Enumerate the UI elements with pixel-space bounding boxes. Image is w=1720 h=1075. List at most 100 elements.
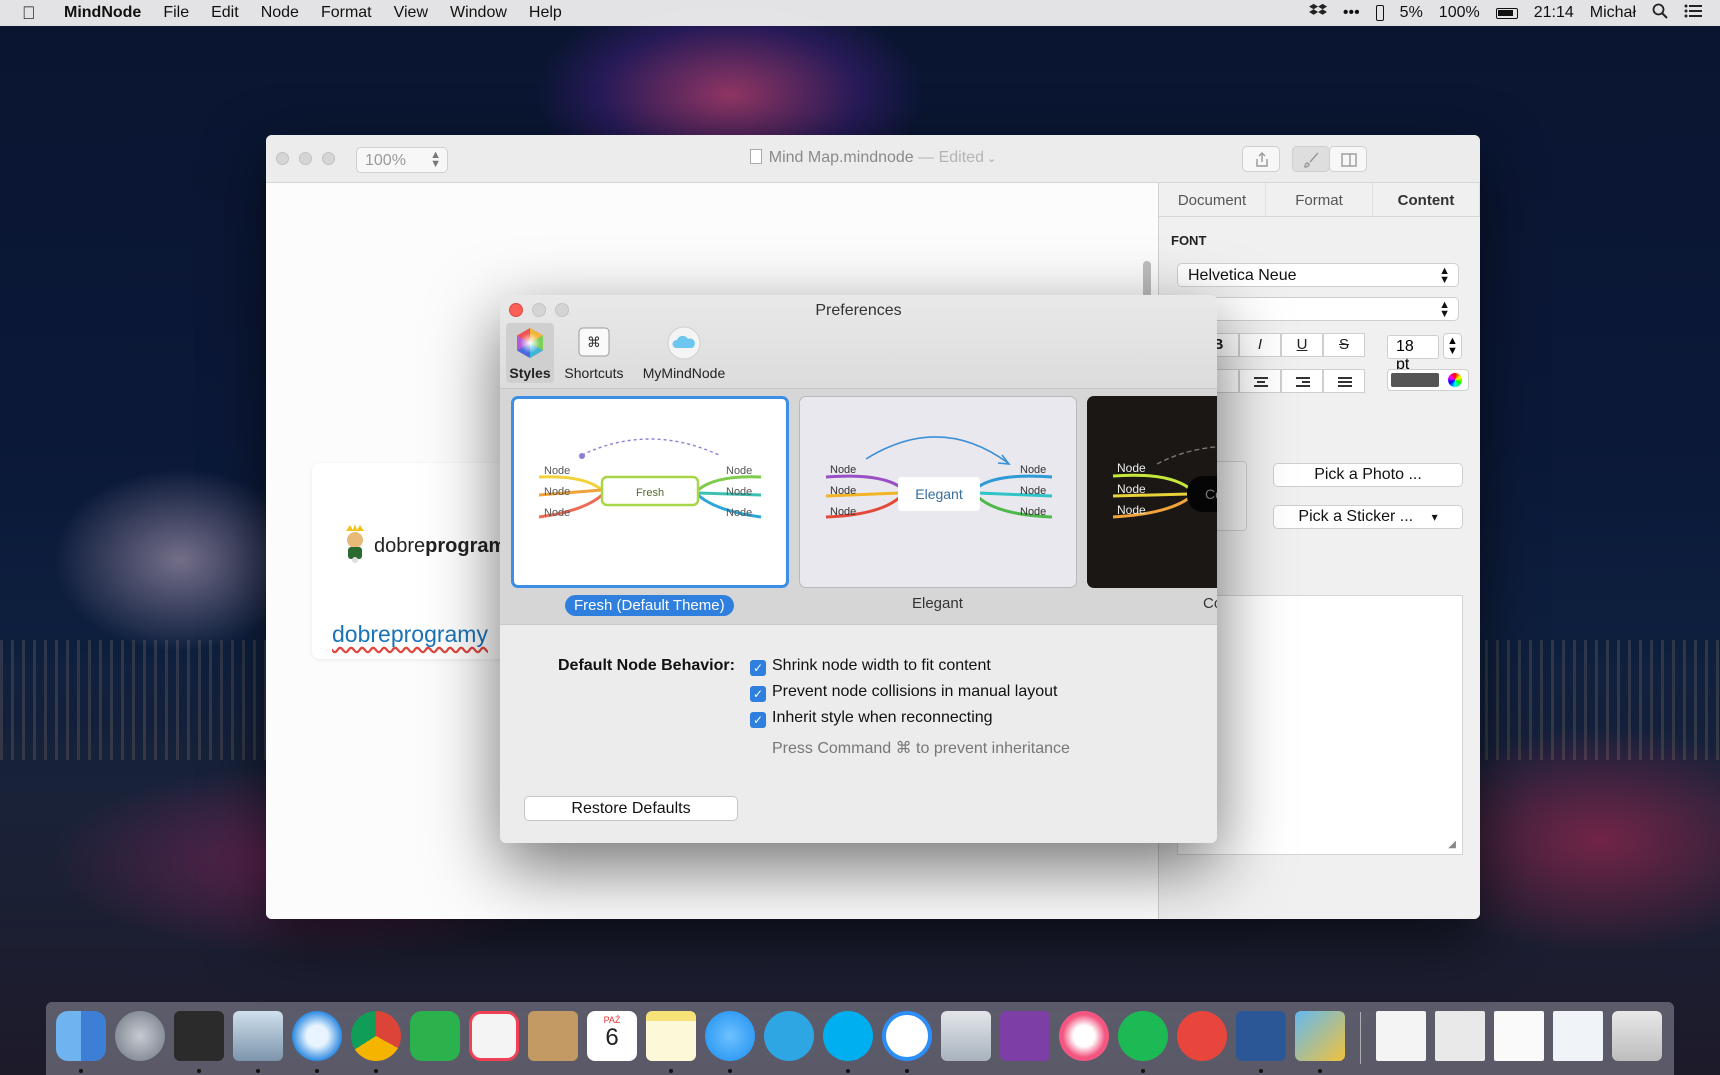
spotlight-search-icon[interactable] xyxy=(1652,3,1668,24)
menu-view[interactable]: View xyxy=(394,4,428,22)
italic-icon: I xyxy=(1257,336,1263,353)
font-size-field[interactable]: 18 pt xyxy=(1387,335,1439,373)
svg-text:⌘: ⌘ xyxy=(587,335,601,351)
dock-minimized-window-2[interactable] xyxy=(1435,1011,1485,1061)
underline-button[interactable]: U xyxy=(1281,333,1323,357)
prevent-collisions-checkbox[interactable]: ✓ Prevent node collisions in manual layou… xyxy=(750,683,1058,703)
dock-word-icon[interactable] xyxy=(1236,1011,1286,1061)
font-style-select[interactable]: ular ▲▼ xyxy=(1177,297,1459,321)
dock-itunes-icon[interactable] xyxy=(1059,1011,1109,1061)
align-justify-button[interactable] xyxy=(1323,369,1365,393)
dock-spotify-icon[interactable] xyxy=(1118,1011,1168,1061)
dock-skype-icon[interactable] xyxy=(823,1011,873,1061)
theme-elegant-label[interactable]: Elegant xyxy=(912,595,963,612)
text-color-well[interactable] xyxy=(1387,369,1469,391)
dock-minimized-window-4[interactable] xyxy=(1553,1011,1603,1061)
theme-fresh-thumbnail[interactable]: Fresh Node Node Node Node Node Node xyxy=(511,396,789,588)
node-link[interactable]: dobreprogramy xyxy=(332,621,488,648)
pick-sticker-button[interactable]: Pick a Sticker ... ▾ xyxy=(1273,505,1463,529)
cloud-icon xyxy=(667,326,701,360)
restore-defaults-button[interactable]: Restore Defaults xyxy=(524,796,738,821)
resize-handle-icon[interactable]: ◢ xyxy=(1448,839,1456,850)
battery-percent[interactable]: 100% xyxy=(1439,4,1480,22)
dock-mindnode-icon[interactable] xyxy=(1295,1011,1345,1061)
apple-menu-icon[interactable]:  xyxy=(22,3,50,24)
font-size-stepper[interactable]: ▲ ▼ xyxy=(1443,333,1462,359)
user-name[interactable]: Michał xyxy=(1590,4,1636,22)
dock-onenote-icon[interactable] xyxy=(1000,1011,1050,1061)
brush-icon xyxy=(1304,152,1319,168)
inherit-style-checkbox[interactable]: ✓ Inherit style when reconnecting xyxy=(750,709,993,729)
dock-mail-icon[interactable] xyxy=(233,1011,283,1061)
running-indicator xyxy=(1259,1069,1263,1073)
running-indicator xyxy=(197,1069,201,1073)
dock-trash-icon[interactable] xyxy=(1612,1011,1662,1061)
menu-format[interactable]: Format xyxy=(321,4,372,22)
dropbox-icon[interactable] xyxy=(1308,3,1327,24)
tab-shortcuts-label: Shortcuts xyxy=(564,365,624,381)
sidebar-toggle-button[interactable] xyxy=(1329,146,1367,172)
checkmark-icon[interactable]: ✓ xyxy=(750,686,766,702)
menu-edit[interactable]: Edit xyxy=(211,4,239,22)
style-inspector-button[interactable] xyxy=(1292,146,1330,172)
color-wheel-icon[interactable] xyxy=(1448,373,1462,387)
dock-finder-icon[interactable] xyxy=(56,1011,106,1061)
menu-window[interactable]: Window xyxy=(450,4,507,22)
tab-format[interactable]: Format xyxy=(1266,183,1373,216)
dock-launchpad-icon[interactable] xyxy=(115,1011,165,1061)
dock-minimized-window-1[interactable] xyxy=(1376,1011,1426,1061)
edited-status[interactable]: — Edited xyxy=(918,149,984,166)
dock-feedly-icon[interactable] xyxy=(410,1011,460,1061)
dock-notes-icon[interactable] xyxy=(646,1011,696,1061)
svg-text:Node: Node xyxy=(1020,464,1046,476)
notes-text-area[interactable]: ◢ xyxy=(1177,595,1463,855)
shrink-node-width-checkbox[interactable]: ✓ Shrink node width to fit content xyxy=(750,657,991,677)
checkmark-icon[interactable]: ✓ xyxy=(750,660,766,676)
tab-content[interactable]: Content xyxy=(1373,183,1480,216)
chevron-down-icon[interactable]: ⌄ xyxy=(984,153,996,165)
menu-help[interactable]: Help xyxy=(529,4,562,22)
share-button[interactable] xyxy=(1242,146,1280,172)
tab-shortcuts[interactable]: ⌘ Shortcuts xyxy=(554,323,634,383)
dock-photobooth-icon[interactable] xyxy=(174,1011,224,1061)
dock-safari-icon[interactable] xyxy=(292,1011,342,1061)
italic-button[interactable]: I xyxy=(1239,333,1281,357)
dock-messenger-icon[interactable] xyxy=(882,1011,932,1061)
align-right-button[interactable] xyxy=(1281,369,1323,393)
menu-app-name[interactable]: MindNode xyxy=(64,4,141,22)
dock-preview-icon[interactable] xyxy=(941,1011,991,1061)
theme-fresh-label[interactable]: Fresh (Default Theme) xyxy=(565,595,734,616)
tab-mymindnode[interactable]: MyMindNode xyxy=(634,323,734,383)
pick-photo-button[interactable]: Pick a Photo ... xyxy=(1273,463,1463,487)
inspector-tabs: Document Format Content xyxy=(1159,183,1480,217)
tab-document[interactable]: Document xyxy=(1159,183,1266,216)
document-name[interactable]: Mind Map.mindnode xyxy=(769,149,914,166)
theme-co-thumbnail[interactable]: Co Node Node Node xyxy=(1087,396,1217,588)
checkmark-icon[interactable]: ✓ xyxy=(750,712,766,728)
dock-telegram-icon[interactable] xyxy=(764,1011,814,1061)
dock-calendar-icon[interactable]: PAŹ 6 xyxy=(587,1011,637,1061)
battery-icon[interactable] xyxy=(1495,7,1518,19)
strikethrough-button[interactable]: S xyxy=(1323,333,1365,357)
dock-contacts-icon[interactable] xyxy=(528,1011,578,1061)
clock[interactable]: 21:14 xyxy=(1534,4,1574,22)
dock-transmit-icon[interactable] xyxy=(1177,1011,1227,1061)
dock-messages-icon[interactable] xyxy=(705,1011,755,1061)
sidebar-icon xyxy=(1341,153,1357,167)
dock-pocket-icon[interactable] xyxy=(469,1011,519,1061)
chevron-down-icon: ▾ xyxy=(1431,510,1438,524)
menu-node[interactable]: Node xyxy=(261,4,299,22)
theme-elegant-thumbnail[interactable]: Elegant Node Node Node Node Node Node xyxy=(799,396,1077,588)
font-family-select[interactable]: Helvetica Neue ▲ ▼ xyxy=(1177,263,1459,287)
theme-co-label[interactable]: Co xyxy=(1203,595,1217,612)
tab-styles[interactable]: Styles xyxy=(506,323,554,383)
theme-center-label: Elegant xyxy=(915,486,963,502)
dock-chrome-icon[interactable] xyxy=(351,1011,401,1061)
svg-text:Node: Node xyxy=(830,464,856,476)
notification-center-icon[interactable] xyxy=(1684,4,1702,23)
overflow-dots-icon[interactable]: ••• xyxy=(1343,4,1360,22)
menu-file[interactable]: File xyxy=(163,4,189,22)
dock-minimized-window-3[interactable] xyxy=(1494,1011,1544,1061)
align-center-button[interactable] xyxy=(1239,369,1281,393)
running-indicator xyxy=(1318,1069,1322,1073)
